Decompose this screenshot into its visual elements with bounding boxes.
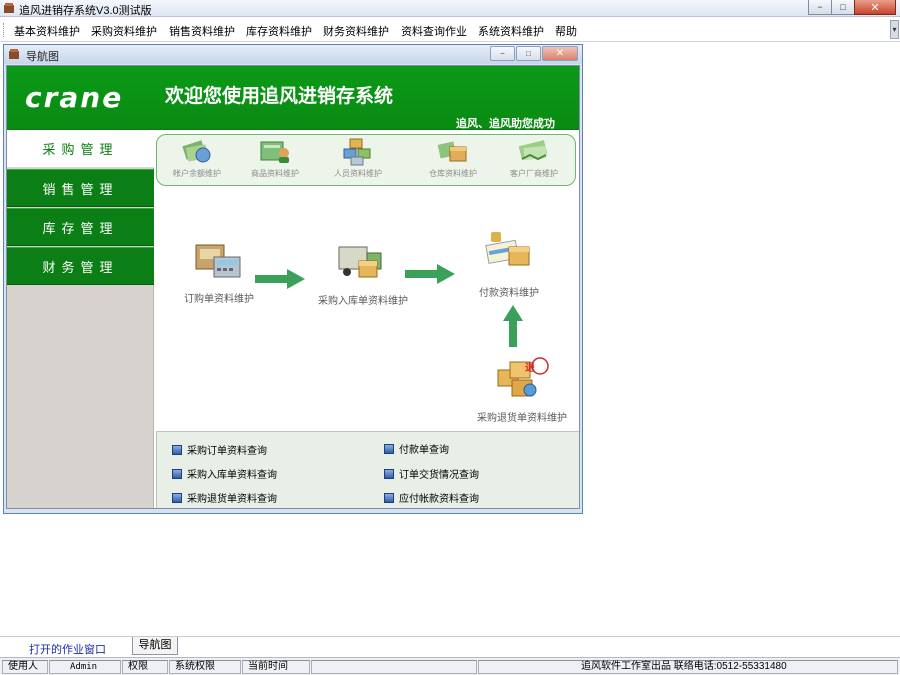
resource-product-data[interactable]: 商品资料维护 bbox=[235, 137, 315, 179]
status-permission-value: 系统权限 bbox=[169, 660, 241, 674]
query-bullet-icon bbox=[172, 444, 182, 455]
app-icon bbox=[4, 3, 14, 13]
money-globe-icon bbox=[182, 140, 211, 163]
query-bullet-icon bbox=[384, 443, 394, 454]
staff-blocks-icon bbox=[343, 138, 371, 166]
menu-system[interactable]: 系统资料维护 bbox=[478, 23, 544, 39]
close-button[interactable]: ✕ bbox=[854, 0, 896, 15]
navigation-window: 导航图 − □ ✕ crane 欢迎您使用追风进销存系统 追风、追风助您成功 采… bbox=[3, 44, 583, 514]
query-order-delivery[interactable]: 订单交货情况查询 bbox=[384, 466, 479, 481]
menu-grip bbox=[3, 23, 6, 37]
flow-return-maintenance[interactable]: 退 采购退货单资料维护 bbox=[467, 356, 577, 424]
query-bullet-icon bbox=[384, 492, 394, 503]
status-permission-label: 权限 bbox=[122, 660, 168, 674]
resource-staff-data[interactable]: 人员资料维护 bbox=[318, 137, 398, 179]
status-user-value: Admin bbox=[49, 660, 121, 674]
status-footer: 追风软件工作室出品 联络电话:0512-55331480 bbox=[478, 660, 898, 674]
menu-bar: 基本资料维护 采购资料维护 销售资料维护 库存资料维护 财务资料维护 资料查询作… bbox=[0, 18, 900, 42]
menu-overflow-icon[interactable]: ▾ bbox=[890, 20, 899, 39]
query-link-label: 订单交货情况查询 bbox=[399, 470, 479, 481]
menu-inventory-data[interactable]: 库存资料维护 bbox=[246, 23, 312, 39]
flow-payment-maintenance[interactable]: 付款资料维护 bbox=[469, 229, 549, 299]
product-card-icon bbox=[260, 141, 289, 163]
child-maximize-button[interactable]: □ bbox=[516, 46, 541, 61]
flow-return-label: 采购退货单资料维护 bbox=[477, 413, 567, 424]
flow-arrow-right-icon bbox=[405, 264, 455, 284]
handshake-money-icon bbox=[518, 140, 548, 161]
app-title: 追风进销存系统V3.0测试版 bbox=[19, 5, 152, 17]
welcome-heading: 欢迎您使用追风进销存系统 bbox=[165, 86, 394, 107]
nav-finance-management[interactable]: 财务管理 bbox=[7, 247, 154, 285]
flow-order-maintenance[interactable]: 订购单资料维护 bbox=[179, 239, 259, 305]
open-windows-label[interactable]: 打开的作业窗口 bbox=[29, 641, 106, 657]
resource-account-balance[interactable]: 帐户余额维护 bbox=[157, 137, 237, 179]
resource-label: 商品资料维护 bbox=[251, 169, 299, 178]
flow-receiving-label: 采购入库单资料维护 bbox=[318, 296, 408, 307]
minimize-button[interactable]: − bbox=[808, 0, 832, 15]
menu-help[interactable]: 帮助 bbox=[555, 23, 577, 39]
query-return[interactable]: 采购退货单资料查询 bbox=[172, 490, 277, 505]
window-icon bbox=[9, 49, 19, 59]
child-minimize-button[interactable]: − bbox=[490, 46, 515, 61]
maximize-button[interactable]: □ bbox=[831, 0, 855, 15]
query-payables[interactable]: 应付帐款资料查询 bbox=[384, 490, 479, 505]
module-nav: 采购管理 销售管理 库存管理 财务管理 bbox=[7, 130, 154, 508]
return-boxes-icon bbox=[497, 357, 549, 397]
query-link-label: 采购订单资料查询 bbox=[187, 446, 267, 457]
flow-receiving-maintenance[interactable]: 采购入库单资料维护 bbox=[313, 239, 413, 307]
flow-payment-label: 付款资料维护 bbox=[479, 288, 539, 299]
resource-label: 人员资料维护 bbox=[334, 169, 382, 178]
menu-basic-data[interactable]: 基本资料维护 bbox=[14, 23, 80, 39]
status-time-label: 当前时间 bbox=[242, 660, 310, 674]
query-bullet-icon bbox=[384, 468, 394, 479]
child-close-button[interactable]: ✕ bbox=[542, 46, 578, 61]
delivery-truck-icon bbox=[338, 246, 382, 278]
status-user-label: 使用人 bbox=[2, 660, 48, 674]
resource-toolbar: 帐户余额维护 商品资料维护 人员资料维护 仓库资料维护 客户厂商维护 bbox=[156, 134, 576, 186]
menu-sales-data[interactable]: 销售资料维护 bbox=[169, 23, 235, 39]
query-link-label: 付款单查询 bbox=[399, 445, 449, 456]
header-banner: crane 欢迎您使用追风进销存系统 追风、追风助您成功 bbox=[7, 66, 579, 130]
query-purchase-order[interactable]: 采购订单资料查询 bbox=[172, 442, 267, 457]
menu-purchase-data[interactable]: 采购资料维护 bbox=[91, 23, 157, 39]
nav-inventory-management[interactable]: 库存管理 bbox=[7, 208, 154, 246]
nav-sales-management[interactable]: 销售管理 bbox=[7, 169, 154, 207]
menu-query[interactable]: 资料查询作业 bbox=[401, 23, 467, 39]
resource-warehouse-data[interactable]: 仓库资料维护 bbox=[413, 137, 493, 179]
flow-arrow-up-icon bbox=[503, 305, 523, 347]
slogan: 追风、追风助您成功 bbox=[456, 118, 555, 130]
query-bullet-icon bbox=[172, 468, 182, 479]
resource-customer-vendor[interactable]: 客户厂商维护 bbox=[494, 137, 574, 179]
resource-label: 仓库资料维护 bbox=[429, 169, 477, 178]
query-link-label: 采购退货单资料查询 bbox=[187, 494, 277, 505]
order-cash-register-icon bbox=[195, 244, 241, 278]
status-time-value bbox=[311, 660, 477, 674]
payment-card-box-icon bbox=[485, 232, 530, 266]
query-receiving[interactable]: 采购入库单资料查询 bbox=[172, 466, 277, 481]
tab-navigation-map[interactable]: 导航图 bbox=[132, 637, 178, 655]
nav-purchase-management[interactable]: 采购管理 bbox=[7, 130, 154, 168]
status-bar: 使用人 Admin 权限 系统权限 当前时间 追风软件工作室出品 联络电话:05… bbox=[0, 657, 900, 675]
navigation-window-title: 导航图 bbox=[26, 51, 59, 63]
query-link-label: 应付帐款资料查询 bbox=[399, 494, 479, 505]
flow-arrow-right-icon bbox=[255, 269, 305, 289]
menu-finance-data[interactable]: 财务资料维护 bbox=[323, 23, 389, 39]
app-titlebar: 追风进销存系统V3.0测试版 − □ ✕ bbox=[0, 0, 900, 17]
navigation-client-area: crane 欢迎您使用追风进销存系统 追风、追风助您成功 采购管理 销售管理 库… bbox=[6, 65, 580, 509]
query-links-panel: 采购订单资料查询 采购入库单资料查询 采购退货单资料查询 付款单查询 订单交货情… bbox=[156, 431, 579, 508]
query-payment[interactable]: 付款单查询 bbox=[384, 441, 449, 456]
window-tab-bar: 打开的作业窗口 导航图 bbox=[0, 636, 900, 656]
resource-label: 帐户余额维护 bbox=[173, 169, 221, 178]
crane-logo: crane bbox=[25, 81, 124, 114]
warehouse-box-icon bbox=[437, 141, 467, 162]
navigation-window-titlebar[interactable]: 导航图 − □ ✕ bbox=[4, 45, 582, 64]
query-bullet-icon bbox=[172, 492, 182, 503]
flow-order-label: 订购单资料维护 bbox=[184, 294, 254, 305]
resource-label: 客户厂商维护 bbox=[510, 169, 558, 178]
return-badge: 退 bbox=[525, 363, 535, 374]
query-link-label: 采购入库单资料查询 bbox=[187, 470, 277, 481]
